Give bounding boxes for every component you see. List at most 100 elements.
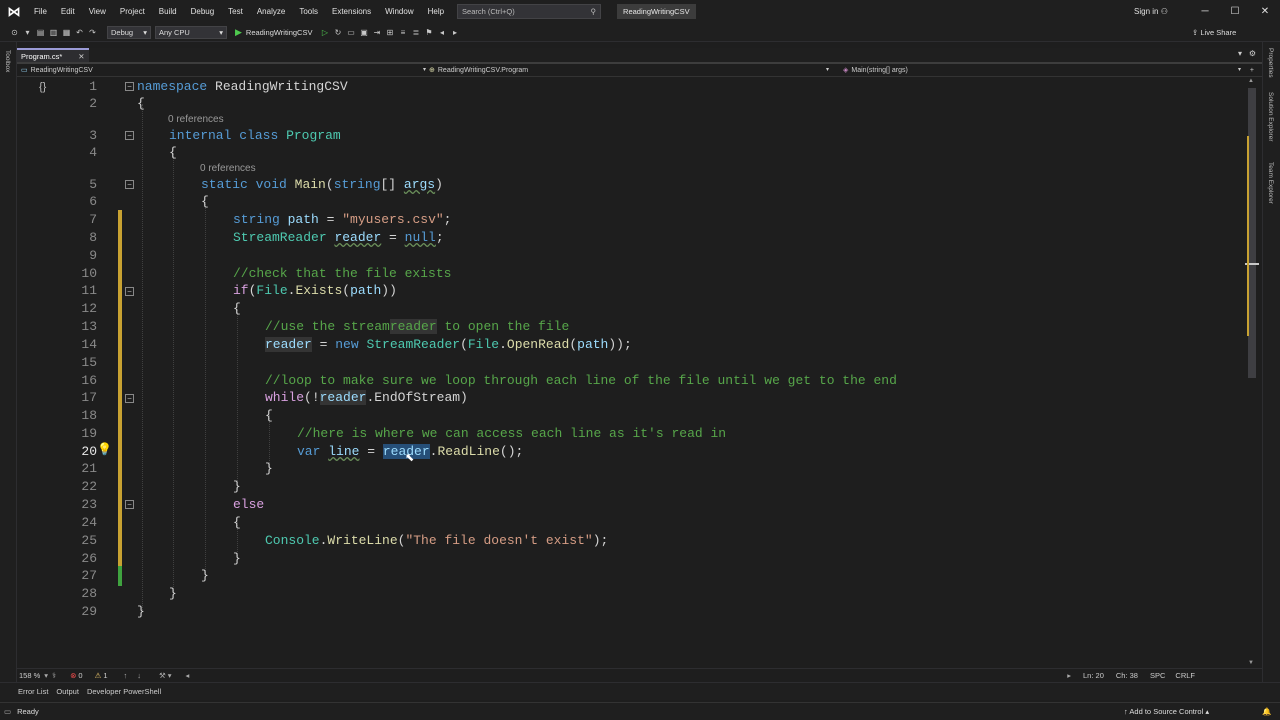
tab-program-cs[interactable]: Program.cs* ✕ — [17, 48, 89, 62]
scrollbar-thumb[interactable] — [1248, 88, 1256, 378]
menu-test[interactable]: Test — [221, 0, 250, 23]
line-text: if(File.Exists(path)) — [233, 283, 397, 298]
new-project-icon[interactable]: ▤ — [34, 28, 47, 37]
menu-extensions[interactable]: Extensions — [325, 0, 378, 23]
code-line: 27 } — [17, 567, 1245, 585]
tab-error-list[interactable]: Error List — [14, 687, 52, 696]
undo-icon[interactable]: ↶ — [73, 28, 86, 37]
menu-window[interactable]: Window — [378, 0, 420, 23]
save-all-icon[interactable]: ▦ — [60, 28, 73, 37]
solution-config-icon[interactable]: ▣ — [357, 28, 370, 37]
zoom-select[interactable]: 158 % — [19, 671, 40, 680]
bookmark-icon[interactable]: ⚑ — [422, 28, 435, 37]
code-line: 4 { — [17, 144, 1245, 162]
close-tab-icon[interactable]: ✕ — [78, 52, 84, 61]
scroll-left-icon[interactable]: ◂ — [185, 671, 189, 680]
next-issue-icon[interactable]: ↓ — [137, 671, 141, 680]
tab-list-chevron-icon[interactable]: ▾ — [1238, 49, 1242, 58]
menu-analyze[interactable]: Analyze — [250, 0, 292, 23]
line-ending-indicator[interactable]: CRLF — [1175, 671, 1195, 680]
document-tab-row: Program.cs* ✕ ▾ ⚙ — [17, 48, 1262, 64]
tab-label: Program.cs* — [21, 51, 63, 61]
tab-developer-powershell[interactable]: Developer PowerShell — [83, 687, 165, 696]
menu-build[interactable]: Build — [152, 0, 184, 23]
chevron-down-icon: ▾ — [1237, 67, 1241, 73]
settings-gear-icon[interactable]: ⚙ — [1249, 49, 1256, 58]
bookmark-prev-icon[interactable]: ◂ — [435, 28, 448, 37]
menu-file[interactable]: File — [27, 0, 54, 23]
status-icon: ▭ — [4, 707, 12, 716]
solution-explorer-panel-tab[interactable]: Solution Explorer — [1267, 92, 1274, 142]
menu-view[interactable]: View — [82, 0, 113, 23]
menu-debug[interactable]: Debug — [184, 0, 222, 23]
comment-icon[interactable]: ≡ — [396, 28, 409, 37]
close-window-button[interactable]: ✕ — [1250, 0, 1280, 23]
chevron-down-icon: ▾ — [143, 27, 147, 37]
start-without-debugging-icon[interactable]: ▷ — [318, 28, 331, 37]
code-line: 8 StreamReader reader = null; — [17, 229, 1245, 247]
platform-select[interactable]: Any CPU ▾ — [155, 25, 227, 39]
code-line: 15 — [17, 354, 1245, 372]
start-debugging-button[interactable]: ▶ ReadingWritingCSV — [235, 27, 312, 38]
menu-project[interactable]: Project — [113, 0, 152, 23]
codelens-references[interactable]: 0 references — [200, 163, 256, 174]
chevron-down-icon[interactable]: ▾ — [168, 671, 172, 680]
redo-icon[interactable]: ↷ — [86, 28, 99, 37]
code-line: 12 { — [17, 300, 1245, 318]
whitespace-indicator[interactable]: SPC — [1150, 671, 1165, 680]
line-indicator[interactable]: Ln: 20 — [1083, 671, 1104, 680]
error-icon[interactable]: ⊗ — [70, 671, 76, 680]
dropdown-chevron-icon[interactable]: ▾ — [21, 28, 34, 37]
sign-in-link[interactable]: Sign in ⚇ — [1134, 0, 1168, 23]
warning-icon[interactable]: ⚠ — [95, 671, 102, 680]
navigate-back-icon[interactable]: ⊙ — [8, 28, 21, 37]
project-dropdown[interactable]: ▭ ReadingWritingCSV ▾ — [21, 64, 426, 77]
previous-issue-icon[interactable]: ↑ — [123, 671, 127, 680]
code-line: 23 else — [17, 496, 1245, 514]
line-number: 5 — [89, 177, 97, 192]
menu-help[interactable]: Help — [421, 0, 451, 23]
search-input[interactable]: Search (Ctrl+Q) ⚲ — [457, 4, 602, 19]
feedback-icon[interactable]: ⚇ — [1161, 7, 1168, 16]
split-editor-icon[interactable]: + — [1250, 64, 1254, 77]
scroll-down-icon[interactable]: ▼ — [1248, 660, 1254, 666]
minimize-button[interactable]: ─ — [1190, 0, 1220, 23]
add-to-source-control-button[interactable]: ↑ Add to Source Control ▴ — [1124, 703, 1209, 720]
codelens-references[interactable]: 0 references — [168, 114, 224, 125]
code-line: 5 static void Main(string[] args) — [17, 176, 1245, 194]
step-icon[interactable]: ⇥ — [370, 28, 383, 37]
chevron-down-icon[interactable]: ▾ — [44, 671, 48, 680]
scroll-right-icon[interactable]: ▸ — [1067, 671, 1071, 680]
notifications-icon[interactable]: 🔔 — [1262, 703, 1271, 720]
vertical-scrollbar[interactable]: ▲ ▼ — [1245, 78, 1259, 670]
open-file-icon[interactable]: ▥ — [47, 28, 60, 37]
code-cleanup-icon[interactable]: ⚒ — [159, 671, 166, 680]
column-indicator[interactable]: Ch: 38 — [1116, 671, 1138, 680]
bookmark-next-icon[interactable]: ▸ — [448, 28, 461, 37]
code-line: 25 Console.WriteLine("The file doesn't e… — [17, 532, 1245, 550]
toolbox-panel-tab[interactable]: Toolbox — [4, 50, 11, 72]
menu-edit[interactable]: Edit — [54, 0, 82, 23]
hot-reload-icon[interactable]: ↻ — [331, 28, 344, 37]
class-dropdown[interactable]: ⊕ ReadingWritingCSV.Program ▾ — [429, 64, 829, 77]
layout-icon[interactable]: ⊞ — [383, 28, 396, 37]
live-share-button[interactable]: ⇪ Live Share — [1192, 23, 1236, 42]
scroll-up-icon[interactable]: ▲ — [1248, 78, 1254, 84]
maximize-button[interactable]: ☐ — [1220, 0, 1250, 23]
code-line: 6 { — [17, 193, 1245, 211]
browser-link-icon[interactable]: ▭ — [344, 28, 357, 37]
code-line: 10 //check that the file exists — [17, 265, 1245, 283]
line-text: reader = new StreamReader(File.OpenRead(… — [265, 337, 632, 352]
code-editor[interactable]: {} − − − − − − 0 references 0 references… — [17, 78, 1245, 668]
uncomment-icon[interactable]: ≣ — [409, 28, 422, 37]
properties-panel-tab[interactable]: Properties — [1267, 48, 1274, 78]
tab-output[interactable]: Output — [52, 687, 83, 696]
line-text: } — [137, 604, 145, 619]
project-name: ReadingWritingCSV — [30, 67, 93, 74]
configuration-select[interactable]: Debug ▾ — [107, 25, 151, 39]
line-number: 8 — [89, 230, 97, 245]
class-name: ReadingWritingCSV.Program — [437, 67, 529, 74]
menu-tools[interactable]: Tools — [292, 0, 325, 23]
team-explorer-panel-tab[interactable]: Team Explorer — [1267, 162, 1274, 204]
member-dropdown[interactable]: ◈ Main(string[] args) ▾ — [843, 64, 1241, 77]
